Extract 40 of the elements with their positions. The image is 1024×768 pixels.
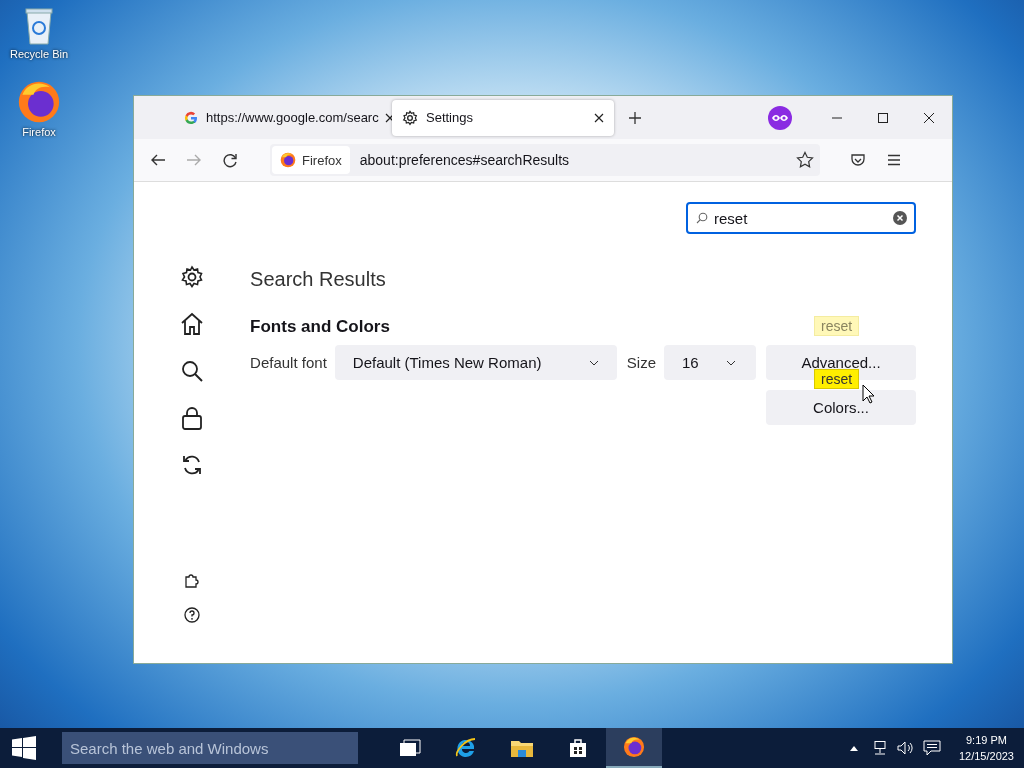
recycle-bin-icon[interactable] [23,6,55,46]
search-field[interactable]: reset [686,202,916,234]
browser-tab[interactable]: https://www.google.com/searc [174,99,388,136]
mask-icon[interactable] [768,105,792,130]
desktop-icon-label[interactable]: Recycle Bin [9,48,69,60]
gear-icon [402,109,418,126]
firefox-icon[interactable] [17,80,61,124]
clear-icon[interactable] [893,211,907,225]
firefox-icon[interactable] [606,728,662,768]
home-icon[interactable] [180,312,205,336]
address-bar[interactable]: Firefox about:preferences#searchResults [270,144,820,176]
browser-tab[interactable]: Settings [392,99,614,136]
size-dropdown[interactable]: 16 [664,345,756,380]
search-highlight-badge: reset [814,316,860,336]
font-dropdown[interactable]: Default (Times New Roman) [334,345,617,380]
help-icon[interactable] [184,607,201,623]
identity-box[interactable]: Firefox [272,146,350,174]
star-icon[interactable] [796,151,814,169]
mouse-cursor [862,384,875,404]
puzzle-icon[interactable] [184,572,201,588]
gear-icon[interactable] [180,265,205,289]
dialog-button[interactable]: Colors... [766,390,916,425]
search-icon[interactable] [180,359,205,383]
taskbar-search-field[interactable]: Search the web and Windows [62,732,358,764]
clock-time[interactable]: 9:19 PM [966,732,1007,748]
close-icon[interactable] [594,112,604,123]
font-label: Default font [250,353,327,373]
desktop-icon-label[interactable]: Firefox [22,126,56,138]
google-icon [184,110,198,125]
caret-icon [726,359,736,366]
section-heading: Fonts and Colors [250,317,390,337]
size-label: Size [626,353,656,373]
caret-icon [588,359,599,366]
lock-icon[interactable] [181,406,204,430]
search-highlight-badge: reset [814,369,860,389]
page-heading: Search Results [250,268,387,291]
url-text: about:preferences#searchResults [359,152,570,168]
new-tab-icon[interactable] [628,110,642,125]
close-icon[interactable] [384,112,395,123]
clock-date[interactable]: 12/15/2023 [958,748,1014,764]
